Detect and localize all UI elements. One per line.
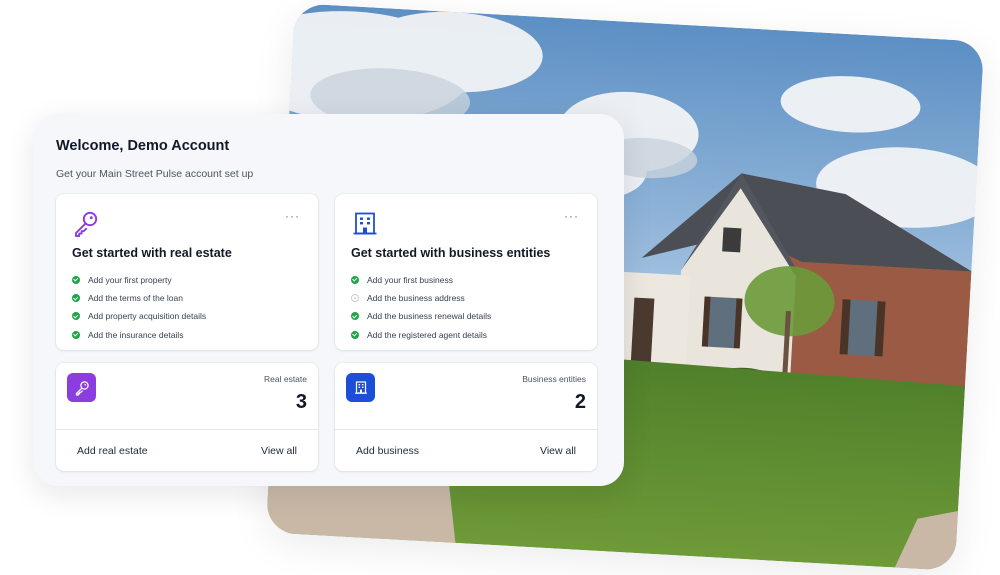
building-icon (346, 373, 375, 402)
check-circle-icon (351, 330, 359, 339)
key-icon (75, 211, 98, 237)
checklist-item[interactable]: Add the terms of the loan (72, 289, 302, 307)
stat-footer: Add real estate View all (56, 430, 318, 471)
checklist-item[interactable]: Add the registered agent details (351, 326, 581, 344)
view-all-business-link[interactable]: View all (540, 445, 576, 457)
business-setup-title: Get started with business entities (351, 246, 551, 260)
business-setup-card: ··· Get started with business entities A… (335, 194, 597, 350)
real-estate-count: 3 (295, 391, 307, 413)
checklist-item[interactable]: Add the business renewal details (351, 307, 581, 325)
stat-footer: Add business View all (335, 430, 597, 471)
business-count: 2 (574, 391, 586, 413)
real-estate-stat-card: Real estate 3 Add real estate View all (56, 363, 318, 471)
business-stat-card: Business entities 2 Add business View al… (335, 363, 597, 471)
real-estate-setup-title: Get started with real estate (72, 246, 232, 260)
stat-label: Business entities (522, 374, 586, 384)
more-options-button[interactable]: ··· (285, 210, 300, 222)
check-circle-icon (72, 330, 80, 339)
check-circle-icon (72, 294, 80, 303)
welcome-title: Welcome, Demo Account (56, 138, 230, 154)
check-circle-icon (72, 312, 80, 321)
check-circle-icon (351, 276, 359, 285)
checklist-item[interactable]: Add your first business (351, 271, 581, 289)
dashboard-panel: Welcome, Demo Account Get your Main Stre… (34, 114, 624, 486)
checklist-item[interactable]: Add your first property (72, 271, 302, 289)
real-estate-checklist: Add your first property Add the terms of… (72, 271, 302, 344)
stat-label: Real estate (264, 374, 307, 384)
add-business-link[interactable]: Add business (356, 445, 419, 457)
checklist-item[interactable]: Add the business address (351, 289, 581, 307)
business-checklist: Add your first business Add the business… (351, 271, 581, 344)
more-options-button[interactable]: ··· (564, 210, 579, 222)
check-circle-icon (72, 276, 80, 285)
setup-subtitle: Get your Main Street Pulse account set u… (56, 168, 254, 180)
view-all-real-estate-link[interactable]: View all (261, 445, 297, 457)
checklist-item[interactable]: Add property acquisition details (72, 307, 302, 325)
checklist-item[interactable]: Add the insurance details (72, 326, 302, 344)
add-real-estate-link[interactable]: Add real estate (77, 445, 148, 457)
real-estate-setup-card: ··· Get started with real estate Add you… (56, 194, 318, 350)
check-circle-icon (351, 312, 359, 321)
building-icon (353, 212, 377, 235)
pending-circle-icon (351, 294, 359, 303)
key-icon (67, 373, 96, 402)
